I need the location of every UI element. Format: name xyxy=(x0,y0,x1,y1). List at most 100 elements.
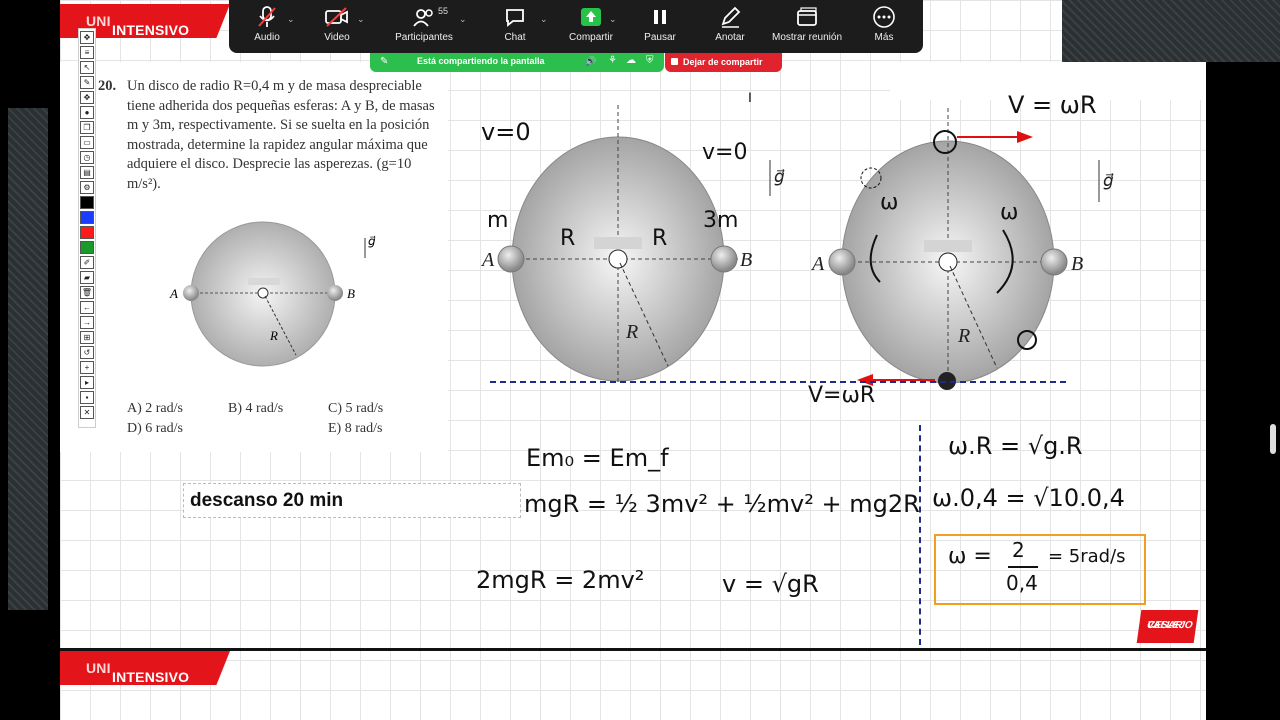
label-b-large: B xyxy=(740,249,752,271)
video-label: Video xyxy=(324,32,350,43)
option-b[interactable]: B) 4 rad/s xyxy=(228,401,283,417)
right-hatch xyxy=(1062,0,1280,62)
hand-v-bottom: V=ωR xyxy=(808,383,876,408)
color-black[interactable] xyxy=(80,196,94,209)
timer-icon[interactable]: ◷ xyxy=(80,151,94,164)
answer-box: ω = 2 0,4 = 5rad/s xyxy=(934,534,1146,605)
arrow-right-icon[interactable]: → xyxy=(80,316,94,329)
scrollbar-thumb[interactable] xyxy=(1270,424,1276,454)
label-a-final: A xyxy=(810,253,825,275)
option-a[interactable]: A) 2 rad/s xyxy=(127,401,183,417)
hand-answer-result: = 5rad/s xyxy=(1048,546,1126,567)
hand-answer-num: 2 xyxy=(1012,538,1025,562)
add-icon[interactable]: + xyxy=(80,361,94,374)
participants-count: 55 xyxy=(438,6,449,16)
gravity-label-large: g⃗ xyxy=(774,167,785,186)
video-off-icon xyxy=(292,4,382,30)
record-icon[interactable]: ▪ xyxy=(80,391,94,404)
move-icon[interactable]: ✥ xyxy=(80,91,94,104)
menu-icon[interactable]: ≡ xyxy=(80,46,94,59)
shield-icon[interactable]: ⛨ xyxy=(646,55,654,66)
color-blue[interactable] xyxy=(80,211,94,224)
problem-statement: 20. Un disco de radio R=0,4 m y de masa … xyxy=(98,77,438,194)
reference-level-line xyxy=(490,381,1066,383)
logo-line2: VALLEJO xyxy=(1146,620,1194,631)
hand-omega-eq: ω.R = √g.R xyxy=(948,432,1083,460)
sphere-b-large xyxy=(710,245,738,273)
hand-r-left: R xyxy=(560,226,576,251)
hand-omega-left: ω xyxy=(880,190,899,215)
large-figure-final: A B R g⃗ xyxy=(810,108,1114,390)
break-note-text: descanso 20 min xyxy=(190,490,344,511)
hand-v0-left: v=0 xyxy=(481,118,531,146)
arrow-left-icon[interactable]: ← xyxy=(80,301,94,314)
play-icon[interactable]: ▸ xyxy=(80,376,94,389)
hand-energy-eq: Em₀ = Em_f xyxy=(526,444,669,472)
option-e[interactable]: E) 8 rad/s xyxy=(328,421,382,437)
color-red[interactable] xyxy=(80,226,94,239)
support-final xyxy=(924,240,972,252)
video-button[interactable]: Video xyxy=(292,4,382,50)
page-icon[interactable]: ▭ xyxy=(80,136,94,149)
label-b: B xyxy=(347,286,355,301)
copy-icon[interactable]: ❐ xyxy=(80,121,94,134)
brand-accent: UNI xyxy=(86,660,111,676)
stop-share-button[interactable]: Dejar de compartir xyxy=(665,53,782,72)
sharing-banner: ✎ Está compartiendo la pantalla 🔊 ⚘ ☁ ⛨ xyxy=(370,53,664,72)
hand-simplified-eq: 2mgR = 2mv² xyxy=(476,566,645,594)
hand-r-right: R xyxy=(652,226,668,251)
option-c[interactable]: C) 5 rad/s xyxy=(328,401,383,417)
problem-text: Un disco de radio R=0,4 m y de masa desp… xyxy=(127,78,435,192)
participants-caret-icon[interactable]: ⌄ xyxy=(459,14,467,25)
gravity-label: g⃗ xyxy=(368,234,376,248)
pointer-icon[interactable]: ↖ xyxy=(80,61,94,74)
cesar-vallejo-logo: CESAR VALLEJO xyxy=(1136,610,1199,643)
pages-icon[interactable]: ▤ xyxy=(80,166,94,179)
sphere-b xyxy=(327,285,343,301)
eraser-icon[interactable]: ▰ xyxy=(80,271,94,284)
problem-figure: A B R g⃗ xyxy=(169,221,376,367)
speaker-icon[interactable]: 🔊 xyxy=(585,56,596,67)
participants-button[interactable]: Participantes xyxy=(379,4,469,50)
stop-icon xyxy=(671,58,678,65)
hand-omega-right: ω xyxy=(1000,200,1019,225)
sphere-a-final xyxy=(828,248,856,276)
more-button[interactable]: Más xyxy=(839,4,929,50)
mic-icon[interactable]: ⚘ xyxy=(608,55,617,66)
option-d[interactable]: D) 6 rad/s xyxy=(127,421,183,437)
support xyxy=(248,278,280,285)
break-note[interactable]: descanso 20 min xyxy=(183,483,521,518)
more-icon xyxy=(839,4,929,30)
color-green[interactable] xyxy=(80,241,94,254)
page-separator xyxy=(60,648,1206,651)
brand-bar-bottom: INTENSIVO UNI xyxy=(60,651,230,685)
label-r: R xyxy=(269,328,278,343)
work-separator xyxy=(919,425,921,645)
undo-icon[interactable]: ↺ xyxy=(80,346,94,359)
label-a: A xyxy=(169,286,178,301)
move-icon[interactable]: ✥ xyxy=(80,31,94,44)
trash-icon[interactable]: 🗑 xyxy=(80,286,94,299)
meeting-toolbar: Audio ⌄ Video ⌄ Participantes 55 ⌄ Chat … xyxy=(229,0,923,53)
hand-omega-sub: ω.0,4 = √10.0,4 xyxy=(932,484,1125,512)
sphere-a-large xyxy=(497,245,525,273)
label-b-final: B xyxy=(1071,253,1083,275)
hand-answer-omega: ω = xyxy=(948,544,992,569)
cursor-icon[interactable]: ● xyxy=(80,106,94,119)
grid-icon[interactable]: ⊞ xyxy=(80,331,94,344)
label-r-final: R xyxy=(957,325,970,347)
video-caret-icon[interactable]: ⌄ xyxy=(357,14,365,25)
settings-icon[interactable]: ⚙ xyxy=(80,181,94,194)
pen-icon[interactable]: ✎ xyxy=(80,76,94,89)
sphere-b-final xyxy=(1040,248,1068,276)
pin-icon: ✎ xyxy=(380,56,389,67)
cloud-icon[interactable]: ☁ xyxy=(626,55,636,66)
brand-name: INTENSIVO xyxy=(112,669,190,685)
more-label: Más xyxy=(874,32,894,43)
hand-3m: 3m xyxy=(703,208,739,233)
hand-m: m xyxy=(487,208,509,233)
highlighter-icon[interactable]: ✐ xyxy=(80,256,94,269)
hand-velocity-eq: v = √gR xyxy=(722,570,819,598)
close-icon[interactable]: ✕ xyxy=(80,406,94,419)
pivot-final xyxy=(938,252,958,272)
